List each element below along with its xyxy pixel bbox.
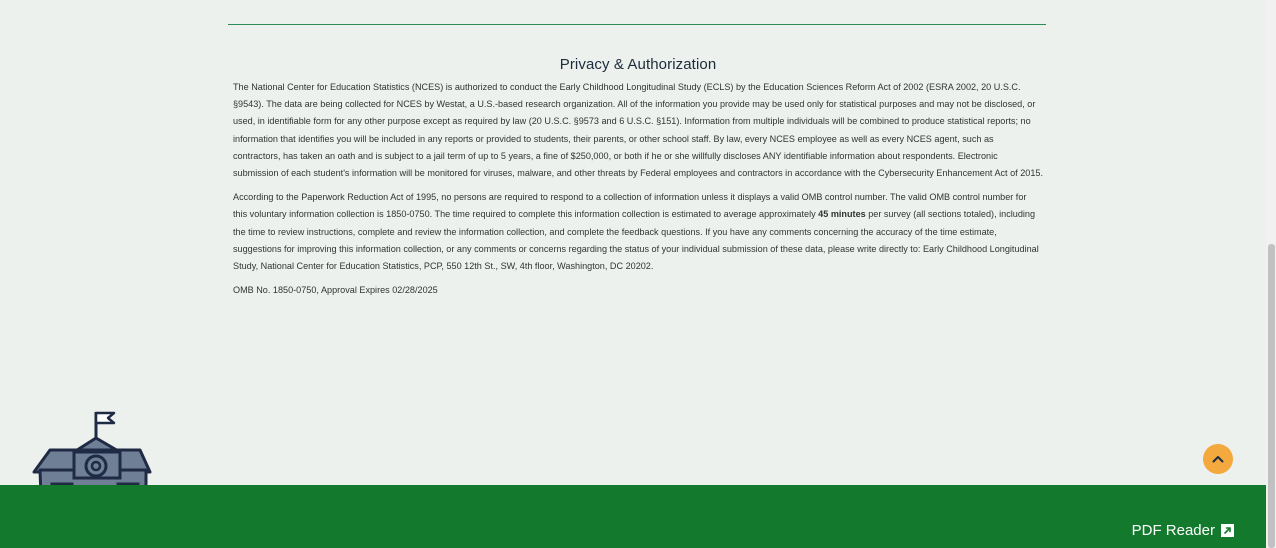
section-divider — [228, 24, 1046, 25]
scroll-to-top-button[interactable] — [1203, 444, 1233, 474]
page: Privacy & Authorization The National Cen… — [0, 0, 1276, 548]
chevron-up-icon — [1212, 456, 1224, 463]
pdf-reader-label: PDF Reader — [1131, 522, 1215, 539]
external-link-icon — [1221, 524, 1234, 537]
omb-approval: OMB No. 1850-0750, Approval Expires 02/2… — [233, 285, 438, 296]
footer: PDF Reader — [0, 485, 1266, 548]
time-estimate: 45 minutes — [818, 209, 866, 220]
privacy-title: Privacy & Authorization — [559, 56, 717, 73]
privacy-paragraph-1: The National Center for Education Statis… — [233, 82, 1043, 179]
scrollbar-thumb[interactable] — [1268, 244, 1275, 548]
privacy-paragraph-2: According to the Paperwork Reduction Act… — [233, 189, 1043, 275]
privacy-section: Privacy & Authorization The National Cen… — [233, 56, 1043, 306]
pdf-reader-link[interactable]: PDF Reader — [1132, 522, 1234, 539]
